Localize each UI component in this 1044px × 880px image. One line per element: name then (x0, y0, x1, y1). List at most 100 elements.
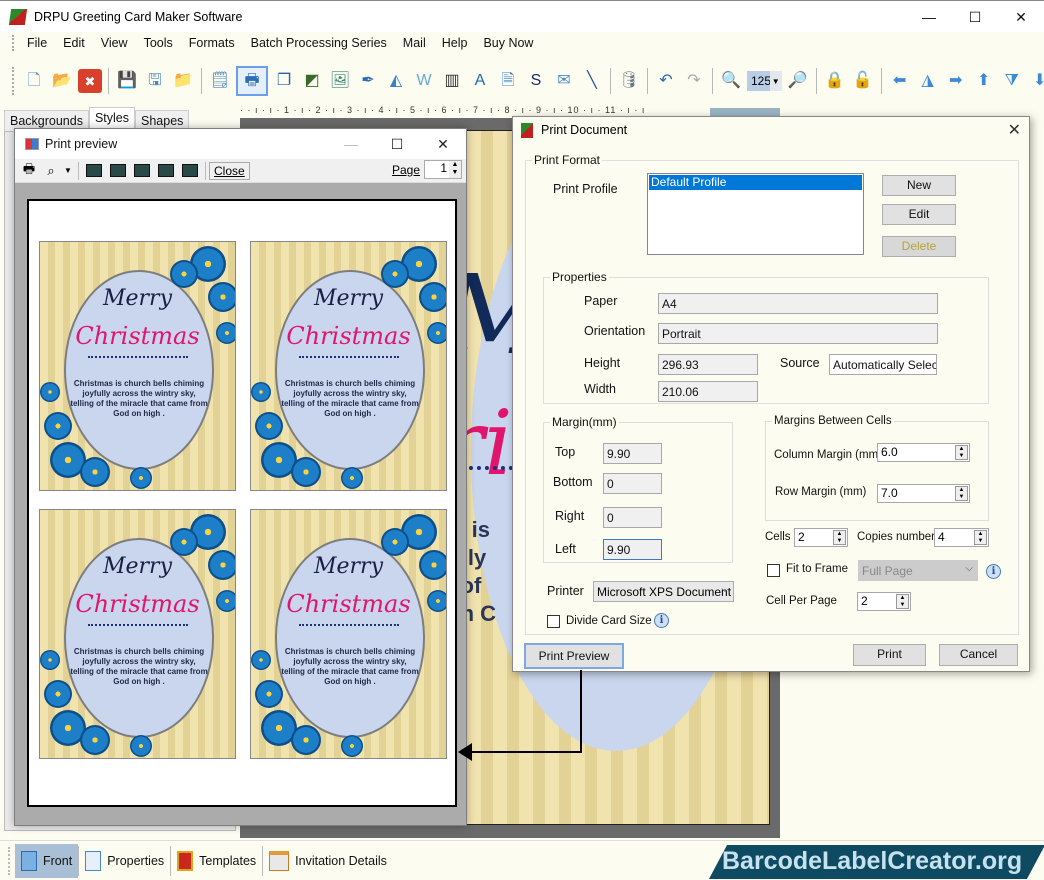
menu-help[interactable]: Help (434, 32, 476, 54)
shapes-icon[interactable]: ◭ (384, 69, 408, 93)
tab-invitation-details[interactable]: Invitation Details (263, 844, 393, 878)
line-icon[interactable]: ╲ (580, 69, 604, 93)
edit-profile-button[interactable]: Edit (882, 204, 956, 225)
watermark-icon[interactable]: W (412, 69, 436, 93)
menu-file[interactable]: File (19, 32, 55, 54)
close-document-icon[interactable]: ✖ (78, 69, 102, 93)
background-icon[interactable]: ◩ (300, 69, 324, 93)
new-document-icon[interactable]: 🗋 (22, 69, 46, 93)
info-icon[interactable]: i (654, 613, 669, 628)
open-folder-icon[interactable]: 📂 (50, 69, 74, 93)
tab-properties[interactable]: Properties (79, 844, 170, 878)
menu-tools[interactable]: Tools (136, 32, 181, 54)
spinner-arrows-icon[interactable]: ▲ ▼ (955, 445, 968, 460)
two-pages-icon[interactable] (110, 164, 126, 177)
arrow-up-icon[interactable]: ⬆ (972, 69, 996, 93)
save-as-icon[interactable]: 🖫 (143, 69, 167, 93)
save-icon[interactable]: 💾 (115, 69, 139, 93)
preview-minimize-button[interactable]: — (328, 129, 374, 159)
delete-profile-button[interactable]: Delete (882, 236, 956, 257)
bottom-margin-field[interactable]: 0 (603, 473, 662, 494)
printer-select[interactable]: Microsoft XPS Document ⌵ (593, 581, 734, 602)
signature-icon[interactable]: S (524, 69, 548, 93)
printer-icon[interactable]: 🖶 (19, 161, 39, 180)
zoom-out-icon[interactable]: 🔎 (786, 69, 810, 93)
menu-view[interactable]: View (93, 32, 136, 54)
tab-front[interactable]: Front (15, 843, 79, 878)
tab-templates[interactable]: Templates (171, 844, 262, 878)
menu-edit[interactable]: Edit (55, 32, 93, 54)
top-margin-field[interactable]: 9.90 (603, 443, 662, 464)
fit-to-frame-checkbox[interactable] (767, 564, 780, 577)
one-page-icon[interactable] (86, 164, 102, 177)
barcode-icon[interactable]: ▥ (440, 69, 464, 93)
flip-vertical-icon[interactable]: ⧩ (1000, 69, 1024, 93)
menu-batch-processing-series[interactable]: Batch Processing Series (243, 32, 395, 54)
unlock-icon[interactable]: 🔓 (851, 69, 875, 93)
column-margin-spinner[interactable]: 6.0 ▲ ▼ (877, 443, 970, 462)
properties-icon[interactable]: 🗒 (208, 69, 232, 93)
print-preview-button[interactable]: Print Preview (524, 643, 624, 669)
source-field[interactable]: Automatically Selec (829, 354, 937, 375)
lock-icon[interactable]: 🔒 (823, 69, 847, 93)
height-field[interactable]: 296.93 (658, 354, 758, 375)
page-number-spinner[interactable]: 1 ▲ ▼ (424, 160, 462, 179)
fit-mode-select[interactable]: Full Page ⌵ (858, 560, 978, 581)
six-pages-icon[interactable] (182, 164, 198, 177)
spinner-arrows-icon[interactable]: ▲ ▼ (896, 594, 909, 609)
spinner-arrows-icon[interactable]: ▲ ▼ (955, 486, 968, 501)
info-icon[interactable]: i (986, 564, 1001, 579)
undo-icon[interactable]: ↶ (654, 69, 678, 93)
new-profile-button[interactable]: New (882, 175, 956, 196)
right-margin-field[interactable]: 0 (603, 507, 662, 528)
arrow-right-icon[interactable]: ➡ (944, 69, 968, 93)
print-button[interactable]: Print (853, 644, 926, 666)
divide-card-size-checkbox[interactable] (547, 615, 560, 628)
three-pages-icon[interactable] (134, 164, 150, 177)
spinner-arrows-icon[interactable]: ▲ ▼ (833, 530, 846, 545)
menu-mail[interactable]: Mail (395, 32, 434, 54)
flip-horizontal-icon[interactable]: ◮ (916, 69, 940, 93)
profile-item-default[interactable]: Default Profile (649, 175, 862, 190)
print-profile-list[interactable]: Default Profile (647, 173, 864, 255)
chevron-down-icon[interactable]: ▼ (63, 162, 73, 180)
cancel-button[interactable]: Cancel (939, 644, 1018, 666)
dialog-close-button[interactable]: ✕ (1008, 120, 1021, 140)
zoom-level-combo[interactable]: 125% ▼ (747, 71, 782, 91)
print-icon[interactable]: 🖶 (236, 66, 268, 96)
zoom-in-icon[interactable]: 🔍 (719, 69, 743, 93)
cells-spinner[interactable]: 2 ▲ ▼ (794, 528, 848, 547)
four-pages-icon[interactable] (158, 164, 174, 177)
text-icon[interactable]: A (468, 69, 492, 93)
arrow-down-icon[interactable]: ⬇ (1028, 69, 1044, 93)
left-margin-field[interactable]: 9.90 (603, 539, 662, 560)
copies-number-spinner[interactable]: 4 ▲ ▼ (934, 528, 989, 547)
width-field[interactable]: 210.06 (658, 381, 758, 402)
menu-buy-now[interactable]: Buy Now (475, 32, 541, 54)
orientation-field[interactable]: Portrait (658, 323, 938, 344)
pen-icon[interactable]: ✒ (356, 69, 380, 93)
database-icon[interactable]: 🛢 (617, 69, 641, 93)
spinner-arrows-icon[interactable]: ▲ ▼ (974, 530, 987, 545)
paper-field[interactable]: A4 (658, 293, 938, 314)
preview-close-button[interactable]: Close (209, 161, 250, 180)
chevron-down-icon[interactable]: ▼ (769, 71, 782, 91)
arrow-left-icon[interactable]: ⬅ (888, 69, 912, 93)
row-margin-spinner[interactable]: 7.0 ▲ ▼ (877, 484, 970, 503)
insert-image-icon[interactable]: 🖼 (328, 69, 352, 93)
menu-formats[interactable]: Formats (181, 32, 243, 54)
preview-maximize-button[interactable]: ☐ (374, 129, 420, 159)
magnifier-icon[interactable]: ⌕ (41, 162, 61, 180)
redo-icon[interactable]: ↷ (682, 69, 706, 93)
layers-icon[interactable]: ❐ (272, 69, 296, 93)
maximize-button[interactable]: ☐ (952, 1, 998, 33)
mail-icon[interactable]: ✉ (552, 69, 576, 93)
preview-close-window-button[interactable]: ✕ (420, 129, 466, 159)
spinner-arrows-icon[interactable]: ▲ ▼ (449, 161, 461, 178)
text-file-icon[interactable]: 🗎 (496, 69, 520, 93)
ruler-scrollbar[interactable] (710, 108, 780, 116)
cell-per-page-spinner[interactable]: 2 ▲ ▼ (857, 592, 911, 611)
export-folder-icon[interactable]: 📁 (171, 69, 195, 93)
close-button[interactable]: ✕ (998, 1, 1044, 33)
minimize-button[interactable]: — (906, 1, 952, 33)
